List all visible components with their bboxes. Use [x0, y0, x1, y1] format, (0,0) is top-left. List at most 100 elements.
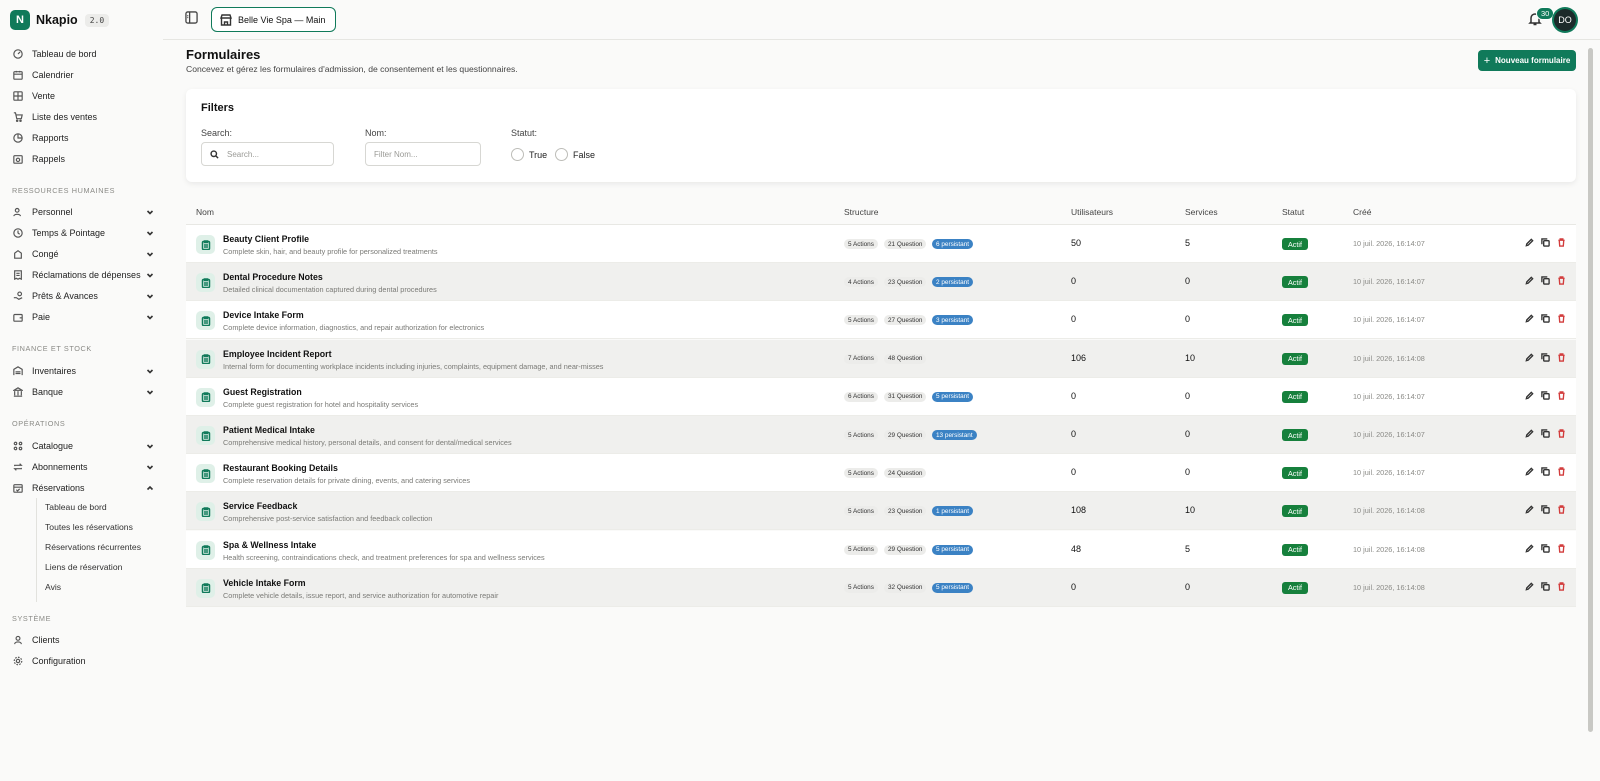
- sidebar-item-catalogue[interactable]: Catalogue: [12, 437, 154, 455]
- sidebar-item-conge[interactable]: Congé: [12, 245, 154, 263]
- sidebar-item-inventaires[interactable]: Inventaires: [12, 362, 154, 380]
- pie-chart-icon: [12, 132, 24, 144]
- table-row[interactable]: Restaurant Booking Details Complete reser…: [186, 454, 1576, 493]
- sidebar-subitem-avis[interactable]: Avis: [45, 580, 61, 594]
- sidebar-item-rappels[interactable]: Rappels: [12, 150, 154, 168]
- table-row[interactable]: Device Intake Form Complete device inform…: [186, 301, 1576, 340]
- column-header-structure[interactable]: Structure: [844, 207, 879, 217]
- trash-icon[interactable]: [1557, 276, 1567, 286]
- table-row[interactable]: Employee Incident Report Internal form fo…: [186, 339, 1576, 378]
- column-header-statut[interactable]: Statut: [1282, 207, 1304, 217]
- form-name[interactable]: Restaurant Booking Details: [223, 463, 338, 473]
- trash-icon[interactable]: [1557, 429, 1567, 439]
- edit-icon[interactable]: [1525, 276, 1535, 286]
- form-name[interactable]: Dental Procedure Notes: [223, 272, 323, 282]
- trash-icon[interactable]: [1557, 505, 1567, 515]
- trash-icon[interactable]: [1557, 391, 1567, 401]
- table-row[interactable]: Patient Medical Intake Comprehensive medi…: [186, 416, 1576, 454]
- sidebar-item-banque[interactable]: Banque: [12, 383, 154, 401]
- status-true-radio[interactable]: True: [511, 148, 547, 161]
- form-name[interactable]: Vehicle Intake Form: [223, 578, 306, 588]
- sidebar-subitem-toutes-reservations[interactable]: Toutes les réservations: [45, 520, 133, 534]
- created-date: 10 juil. 2026, 16:14:08: [1353, 544, 1425, 554]
- chevron-down-icon: [146, 388, 154, 396]
- questions-count-pill: 32 Question: [884, 582, 927, 593]
- sidebar-subitem-tableau-de-bord[interactable]: Tableau de bord: [45, 500, 107, 514]
- edit-icon[interactable]: [1525, 391, 1535, 401]
- form-name[interactable]: Patient Medical Intake: [223, 425, 315, 435]
- column-header-cree[interactable]: Créé: [1353, 207, 1371, 217]
- status-false-radio[interactable]: False: [555, 148, 595, 161]
- duplicate-icon[interactable]: [1541, 505, 1551, 515]
- trash-icon[interactable]: [1557, 352, 1567, 363]
- sidebar-item-prets-avances[interactable]: Prêts & Avances: [12, 287, 154, 305]
- table-row[interactable]: Beauty Client Profile Complete skin, hair…: [186, 225, 1576, 263]
- edit-icon[interactable]: [1525, 238, 1535, 248]
- sidebar-item-paie[interactable]: Paie: [12, 308, 154, 326]
- avatar[interactable]: DO: [1554, 9, 1576, 31]
- sidebar-item-personnel[interactable]: Personnel: [12, 203, 154, 221]
- sidebar: N Nkapio 2.0 Tableau de bord Calendrier …: [0, 0, 163, 781]
- sidebar-item-calendrier[interactable]: Calendrier: [12, 66, 154, 84]
- duplicate-icon[interactable]: [1541, 429, 1551, 439]
- search-input[interactable]: Search...: [201, 142, 334, 166]
- sidebar-item-temps-pointage[interactable]: Temps & Pointage: [12, 224, 154, 242]
- sidebar-item-configuration[interactable]: Configuration: [12, 652, 154, 670]
- table-row[interactable]: Dental Procedure Notes Detailed clinical …: [186, 263, 1576, 302]
- edit-icon[interactable]: [1525, 467, 1535, 477]
- duplicate-icon[interactable]: [1541, 391, 1551, 401]
- trash-icon[interactable]: [1557, 314, 1567, 324]
- duplicate-icon[interactable]: [1541, 314, 1551, 324]
- duplicate-icon[interactable]: [1541, 467, 1551, 477]
- edit-icon[interactable]: [1525, 543, 1535, 554]
- actions-count-pill: 6 Actions: [844, 391, 878, 402]
- table-row[interactable]: Guest Registration Complete guest registr…: [186, 377, 1576, 416]
- users-count: 0: [1071, 467, 1077, 478]
- edit-icon[interactable]: [1525, 582, 1535, 592]
- new-form-button[interactable]: + Nouveau formulaire: [1478, 50, 1576, 71]
- trash-icon[interactable]: [1557, 467, 1567, 477]
- sidebar-item-label: Temps & Pointage: [32, 228, 106, 238]
- sidebar-item-clients[interactable]: Clients: [12, 631, 154, 649]
- edit-icon[interactable]: [1525, 352, 1535, 363]
- edit-icon[interactable]: [1525, 505, 1535, 515]
- form-name[interactable]: Guest Registration: [223, 387, 302, 397]
- duplicate-icon[interactable]: [1541, 352, 1551, 363]
- sidebar-subitem-liens-reservation[interactable]: Liens de réservation: [45, 560, 122, 574]
- edit-icon[interactable]: [1525, 429, 1535, 439]
- form-name[interactable]: Employee Incident Report: [223, 349, 332, 359]
- sidebar-item-vente[interactable]: Vente: [12, 87, 154, 105]
- brand[interactable]: N Nkapio 2.0: [10, 9, 110, 31]
- form-description: Health screening, contraindications chec…: [223, 552, 545, 562]
- form-name[interactable]: Service Feedback: [223, 501, 297, 511]
- sidebar-item-rapports[interactable]: Rapports: [12, 129, 154, 147]
- duplicate-icon[interactable]: [1541, 238, 1551, 248]
- sidebar-toggle-icon[interactable]: [185, 11, 199, 25]
- sidebar-item-abonnements[interactable]: Abonnements: [12, 458, 154, 476]
- form-name[interactable]: Device Intake Form: [223, 310, 304, 320]
- table-row[interactable]: Spa & Wellness Intake Health screening, c…: [186, 530, 1576, 569]
- column-header-utilisateurs[interactable]: Utilisateurs: [1071, 207, 1113, 217]
- sidebar-subitem-reservations-recurrentes[interactable]: Réservations récurrentes: [45, 540, 141, 554]
- sidebar-item-liste-des-ventes[interactable]: Liste des ventes: [12, 108, 154, 126]
- column-header-services[interactable]: Services: [1185, 207, 1218, 217]
- duplicate-icon[interactable]: [1541, 276, 1551, 286]
- trash-icon[interactable]: [1557, 582, 1567, 592]
- scrollbar[interactable]: [1588, 48, 1593, 732]
- trash-icon[interactable]: [1557, 238, 1567, 248]
- form-name[interactable]: Beauty Client Profile: [223, 234, 309, 244]
- name-filter-input[interactable]: Filter Nom...: [365, 142, 481, 166]
- sidebar-item-reclamations[interactable]: Réclamations de dépenses: [12, 266, 154, 284]
- edit-icon[interactable]: [1525, 314, 1535, 324]
- sidebar-item-tableau-de-bord[interactable]: Tableau de bord: [12, 45, 154, 63]
- form-name[interactable]: Spa & Wellness Intake: [223, 540, 316, 550]
- trash-icon[interactable]: [1557, 543, 1567, 554]
- table-row[interactable]: Service Feedback Comprehensive post-servi…: [186, 492, 1576, 531]
- duplicate-icon[interactable]: [1541, 582, 1551, 592]
- table-row[interactable]: Vehicle Intake Form Complete vehicle deta…: [186, 568, 1576, 607]
- column-header-nom[interactable]: Nom: [196, 207, 214, 217]
- chevron-down-icon: [146, 229, 154, 237]
- duplicate-icon[interactable]: [1541, 543, 1551, 554]
- store-selector-button[interactable]: Belle Vie Spa — Main: [211, 7, 337, 32]
- sidebar-item-reservations[interactable]: Réservations: [12, 479, 154, 497]
